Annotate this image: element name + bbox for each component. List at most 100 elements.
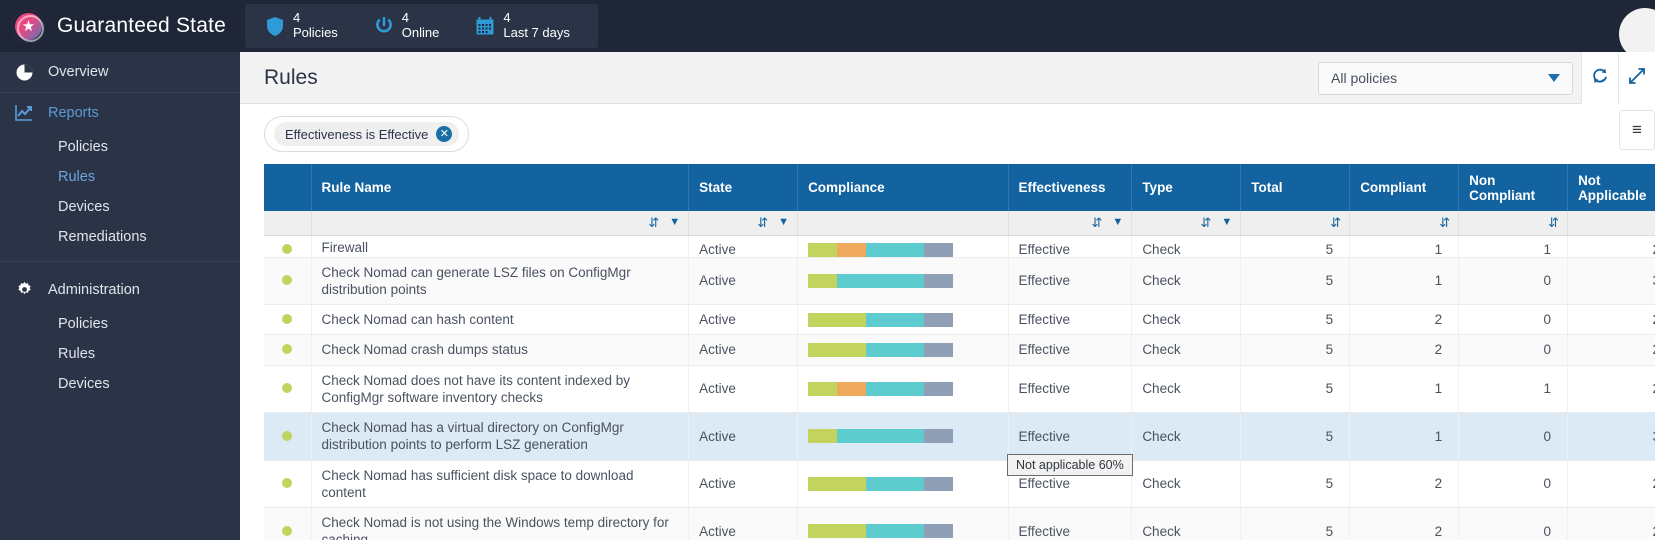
column-header-effectiveness[interactable]: Effectiveness — [1008, 164, 1133, 211]
sidebar-item-reports-rules[interactable]: Rules — [0, 162, 240, 192]
table-row[interactable]: Check Nomad does not have its content in… — [264, 365, 1655, 414]
compliance-segment-compliant[interactable] — [808, 242, 838, 256]
expand-icon — [1629, 67, 1645, 89]
compliance-segment-unknown[interactable] — [924, 273, 954, 288]
filter-chip-effectiveness[interactable]: Effectiveness is Effective ✕ — [274, 122, 460, 146]
cell-compliance[interactable] — [797, 334, 1009, 366]
sort-icon-total[interactable]: ⇵ — [1330, 216, 1341, 229]
compliance-segment-not_applicable[interactable] — [866, 476, 925, 491]
cell-compliance[interactable] — [797, 365, 1009, 414]
compliance-segment-unknown[interactable] — [924, 242, 954, 256]
compliance-segment-not_applicable[interactable] — [866, 524, 925, 539]
table-row[interactable]: Check Nomad crash dumps status Active Effe… — [264, 334, 1655, 366]
compliance-segment-unknown[interactable] — [924, 381, 954, 396]
compliance-segment-not_applicable[interactable] — [866, 242, 925, 256]
compliance-bar[interactable] — [808, 429, 954, 444]
column-header-type[interactable]: Type — [1131, 164, 1242, 211]
sort-icon-effectiveness[interactable]: ⇵ — [1092, 216, 1103, 229]
table-row[interactable]: Check Nomad has a virtual directory on C… — [264, 412, 1655, 461]
filter-icon-effectiveness[interactable]: ▼ — [1112, 217, 1123, 228]
sort-icon-rule_name[interactable]: ⇵ — [648, 216, 659, 229]
sort-icon-state[interactable]: ⇵ — [757, 216, 768, 229]
sidebar-item-reports-policies[interactable]: Policies — [0, 132, 240, 162]
sidebar-item-administration[interactable]: Administration — [0, 270, 240, 309]
sort-icon-type[interactable]: ⇵ — [1200, 216, 1211, 229]
sidebar-item-reports-remediations[interactable]: Remediations — [0, 222, 240, 252]
compliance-bar[interactable] — [808, 312, 954, 327]
cell-compliant: 1 — [1349, 235, 1460, 258]
column-header-rule_name[interactable]: Rule Name — [311, 164, 690, 211]
cell-compliance[interactable] — [797, 412, 1009, 461]
compliance-segment-compliant[interactable] — [808, 429, 838, 444]
compliance-bar[interactable] — [808, 273, 954, 288]
sidebar-item-overview[interactable]: Overview — [0, 52, 240, 92]
compliance-segment-non_compliant[interactable] — [837, 242, 867, 256]
column-tools-non_compliant: ⇵ — [1458, 211, 1569, 236]
rule-name-text: Check Nomad is not using the Windows tem… — [321, 515, 669, 540]
compliance-bar[interactable] — [808, 524, 954, 539]
compliance-segment-unknown[interactable] — [924, 476, 954, 491]
cell-state: Active — [688, 257, 799, 306]
shield-icon — [265, 14, 285, 38]
filter-icon-state[interactable]: ▼ — [778, 217, 789, 228]
compliance-segment-compliant[interactable] — [808, 476, 867, 491]
sidebar-item-reports[interactable]: Reports — [0, 93, 240, 132]
compliance-bar[interactable] — [808, 342, 954, 357]
sidebar-item-admin-rules[interactable]: Rules — [0, 339, 240, 369]
status-dot-icon — [282, 525, 293, 536]
table-row[interactable]: Check Nomad can hash content Active Effect… — [264, 304, 1655, 336]
sidebar-item-reports-devices[interactable]: Devices — [0, 192, 240, 222]
compliance-segment-compliant[interactable] — [808, 273, 838, 288]
compliance-bar[interactable] — [808, 242, 954, 256]
compliance-segment-not_applicable[interactable] — [837, 273, 925, 288]
column-header-compliant[interactable]: Compliant — [1349, 164, 1460, 211]
sidebar-item-reports-policies-label: Policies — [58, 139, 108, 155]
compliance-segment-not_applicable[interactable] — [866, 342, 925, 357]
stat-last-7-days[interactable]: 4 Last 7 days — [461, 11, 592, 40]
table-row[interactable]: FirewallActiveEffectiveCheck511201 — [264, 235, 1655, 258]
compliance-bar[interactable] — [808, 381, 954, 396]
expand-button[interactable] — [1618, 52, 1655, 104]
compliance-bar[interactable] — [808, 476, 954, 491]
sort-icon-compliant[interactable]: ⇵ — [1439, 216, 1450, 229]
compliance-segment-unknown[interactable] — [924, 342, 954, 357]
compliance-segment-not_applicable[interactable] — [837, 429, 925, 444]
column-header-non_compliant[interactable]: Non Compliant — [1458, 164, 1569, 211]
compliance-segment-not_applicable[interactable] — [866, 381, 925, 396]
hamburger-menu-icon[interactable]: ≡ — [1619, 110, 1655, 150]
compliance-segment-unknown[interactable] — [924, 312, 954, 327]
sort-icon-non_compliant[interactable]: ⇵ — [1548, 216, 1559, 229]
column-header-compliance[interactable]: Compliance — [797, 164, 1009, 211]
compliance-segment-compliant[interactable] — [808, 312, 867, 327]
cell-compliance[interactable] — [797, 507, 1009, 540]
cell-compliance[interactable] — [797, 304, 1009, 336]
compliance-segment-compliant[interactable] — [808, 524, 867, 539]
compliance-segment-compliant[interactable] — [808, 342, 867, 357]
column-header-state[interactable]: State — [688, 164, 799, 211]
refresh-button[interactable] — [1581, 52, 1618, 104]
compliance-segment-unknown[interactable] — [924, 429, 954, 444]
column-header-total[interactable]: Total — [1240, 164, 1351, 211]
close-circle-icon[interactable]: ✕ — [436, 126, 453, 142]
stat-policies[interactable]: 4 Policies — [251, 11, 360, 40]
policy-filter-select[interactable]: All policies — [1318, 61, 1573, 95]
cell-compliance[interactable] — [797, 257, 1009, 306]
sidebar-item-admin-devices[interactable]: Devices — [0, 369, 240, 399]
column-header-not_applicable[interactable]: Not Applicable — [1567, 164, 1655, 211]
compliance-segment-unknown[interactable] — [924, 524, 954, 539]
compliance-segment-not_applicable[interactable] — [866, 312, 925, 327]
sidebar-item-admin-policies[interactable]: Policies — [0, 309, 240, 339]
cell-compliance[interactable] — [797, 460, 1009, 509]
table-row[interactable]: Check Nomad has sufficient disk space to… — [264, 460, 1655, 509]
filter-icon-type[interactable]: ▼ — [1221, 217, 1232, 228]
stat-online[interactable]: 4 Online — [360, 11, 462, 40]
compliance-segment-compliant[interactable] — [808, 381, 838, 396]
table-row[interactable]: Check Nomad is not using the Windows tem… — [264, 507, 1655, 540]
sidebar-group-administration: Administration Policies Rules Devices — [0, 262, 240, 399]
table-row[interactable]: Check Nomad can generate LSZ files on Co… — [264, 257, 1655, 306]
brand[interactable]: Guaranteed State — [0, 0, 240, 52]
compliance-segment-non_compliant[interactable] — [837, 381, 867, 396]
page-header: Rules All policies — [240, 52, 1655, 104]
cell-compliance[interactable] — [797, 235, 1009, 258]
filter-icon-rule_name[interactable]: ▼ — [669, 217, 680, 228]
